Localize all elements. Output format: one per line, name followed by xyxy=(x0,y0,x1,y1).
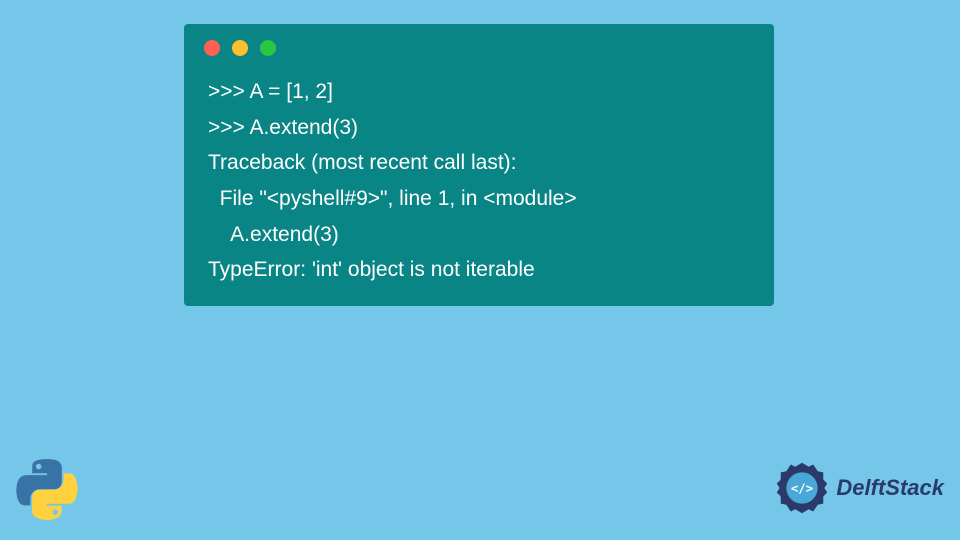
python-logo-icon xyxy=(16,458,78,520)
delftstack-badge-icon: </> xyxy=(774,460,830,516)
terminal-line: Traceback (most recent call last): xyxy=(208,145,750,181)
minimize-icon xyxy=(232,40,248,56)
terminal-line: File "<pyshell#9>", line 1, in <module> xyxy=(208,181,750,217)
delftstack-logo: </> DelftStack xyxy=(774,460,944,516)
terminal-window: >>> A = [1, 2] >>> A.extend(3) Traceback… xyxy=(184,24,774,306)
window-controls xyxy=(184,24,774,66)
terminal-line: TypeError: 'int' object is not iterable xyxy=(208,252,750,288)
terminal-line: >>> A = [1, 2] xyxy=(208,74,750,110)
maximize-icon xyxy=(260,40,276,56)
terminal-content: >>> A = [1, 2] >>> A.extend(3) Traceback… xyxy=(184,66,774,288)
terminal-line: A.extend(3) xyxy=(208,217,750,253)
terminal-line: >>> A.extend(3) xyxy=(208,110,750,146)
close-icon xyxy=(204,40,220,56)
svg-text:</>: </> xyxy=(791,481,813,495)
delftstack-text: DelftStack xyxy=(836,475,944,501)
